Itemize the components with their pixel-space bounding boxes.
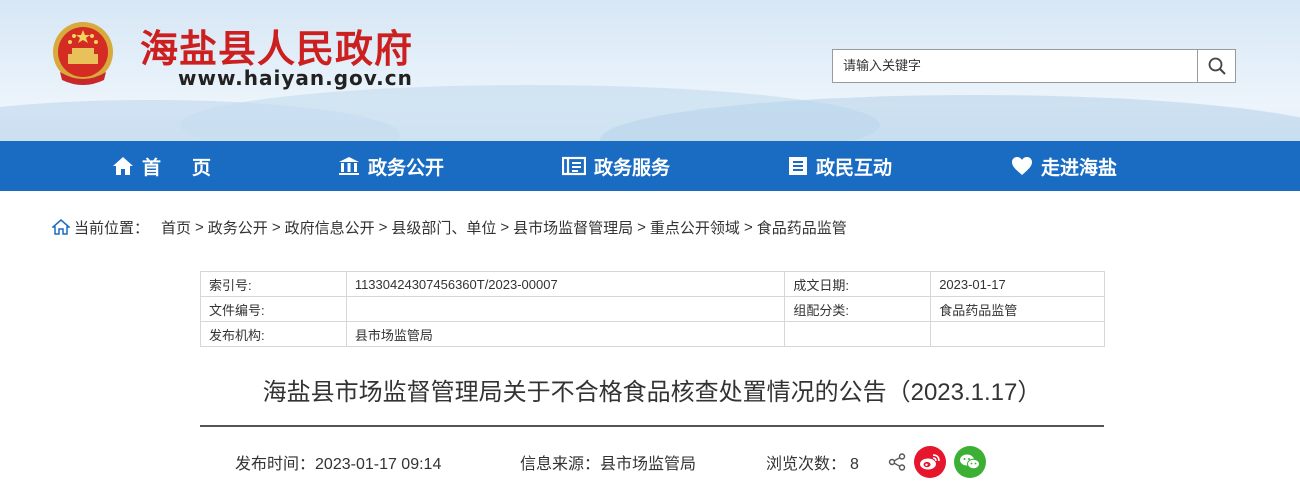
index-value: 11330424307456360T/2023-00007 bbox=[345, 271, 786, 297]
search-input[interactable]: 请输入关键字 bbox=[832, 49, 1198, 83]
search-button[interactable] bbox=[1198, 49, 1236, 83]
date-label: 成文日期: bbox=[784, 271, 932, 297]
doc-number-value bbox=[345, 296, 786, 322]
nav-item-label: 政务公开 bbox=[368, 156, 445, 179]
nav-item-label: 政民互动 bbox=[816, 156, 893, 179]
breadcrumb-label: 当前位置： bbox=[74, 219, 150, 237]
breadcrumb-item-food-drug[interactable]: 食品药品监管 bbox=[757, 217, 847, 238]
empty-cell bbox=[930, 321, 1105, 347]
site-url: www.haiyan.gov.cn bbox=[178, 66, 413, 90]
list-doc-icon bbox=[789, 157, 807, 175]
breadcrumb-item-departments[interactable]: 县级部门、单位 bbox=[391, 217, 496, 238]
building-icon bbox=[339, 157, 359, 175]
empty-cell bbox=[784, 321, 932, 347]
nav-item-label: 首 页 bbox=[142, 156, 218, 179]
breadcrumb-item-market-supervision-bureau[interactable]: 县市场监督管理局 bbox=[513, 217, 633, 238]
wechat-share-button[interactable] bbox=[954, 446, 986, 478]
wechat-icon bbox=[960, 454, 980, 470]
share-icon[interactable] bbox=[888, 453, 906, 471]
breadcrumb-item-info-disclosure[interactable]: 政府信息公开 bbox=[285, 217, 375, 238]
breadcrumb-separator: > bbox=[637, 218, 646, 236]
breadcrumb-item-home[interactable]: 首页 bbox=[161, 217, 191, 238]
home-icon bbox=[113, 157, 133, 175]
publish-time: 发布时间：2023-01-17 09:14 bbox=[235, 450, 441, 474]
breadcrumb-separator: > bbox=[743, 218, 753, 236]
issuer-value: 县市场监管局 bbox=[345, 321, 786, 347]
nav-item-government-services[interactable]: 政务服务 bbox=[562, 141, 670, 191]
info-source: 信息来源：县市场监管局 bbox=[520, 450, 696, 474]
info-source-label: 信息来源： bbox=[520, 456, 601, 473]
publish-time-label: 发布时间： bbox=[235, 456, 316, 473]
category-value: 食品药品监管 bbox=[930, 296, 1105, 322]
search-icon bbox=[1208, 57, 1226, 75]
main-nav: 首 页 政务公开 政务服务 政民互动 走进海盐 bbox=[0, 141, 1300, 191]
nav-item-label: 政务服务 bbox=[594, 156, 671, 179]
service-book-icon bbox=[562, 156, 586, 176]
info-source-value: 县市场监管局 bbox=[600, 456, 697, 473]
breadcrumb: 当前位置： 首页 > 政务公开 > 政府信息公开 > 县级部门、单位 > 县市场… bbox=[52, 216, 847, 238]
nav-item-home[interactable]: 首 页 bbox=[112, 141, 217, 191]
nav-item-public-interaction[interactable]: 政民互动 bbox=[788, 141, 892, 191]
publish-time-value: 2023-01-17 09:14 bbox=[315, 456, 442, 473]
home-outline-icon bbox=[52, 219, 70, 235]
nav-item-label: 走进海盐 bbox=[1041, 156, 1118, 179]
table-row: 索引号: 11330424307456360T/2023-00007 成文日期:… bbox=[200, 271, 1105, 297]
weibo-icon bbox=[920, 454, 940, 470]
doc-number-label: 文件编号: bbox=[200, 296, 347, 322]
article-title: 海盐县市场监督管理局关于不合格食品核查处置情况的公告（2023.1.17） bbox=[262, 379, 1042, 406]
weibo-share-button[interactable] bbox=[914, 446, 946, 478]
document-info-table: 索引号: 11330424307456360T/2023-00007 成文日期:… bbox=[200, 271, 1105, 347]
breadcrumb-item-key-areas[interactable]: 重点公开领域 bbox=[650, 217, 740, 238]
view-count: 浏览次数： 8 bbox=[766, 450, 859, 474]
breadcrumb-item-government-affairs[interactable]: 政务公开 bbox=[208, 217, 268, 238]
title-divider bbox=[200, 425, 1104, 427]
date-value: 2023-01-17 bbox=[930, 271, 1105, 297]
breadcrumb-separator: > bbox=[500, 218, 510, 236]
view-count-label: 浏览次数： bbox=[766, 456, 847, 473]
national-emblem-icon[interactable] bbox=[50, 20, 116, 88]
table-row: 发布机构: 县市场监管局 bbox=[200, 321, 1105, 347]
table-row: 文件编号: 组配分类: 食品药品监管 bbox=[200, 296, 1105, 322]
nav-item-government-affairs[interactable]: 政务公开 bbox=[338, 141, 444, 191]
heart-icon bbox=[1012, 157, 1032, 175]
breadcrumb-separator: > bbox=[271, 218, 281, 236]
category-label: 组配分类: bbox=[784, 296, 932, 322]
site-title[interactable]: 海盐县人民政府 bbox=[140, 18, 413, 73]
breadcrumb-separator: > bbox=[195, 218, 204, 236]
view-count-value: 8 bbox=[850, 456, 859, 473]
issuer-label: 发布机构: bbox=[200, 321, 347, 347]
index-label: 索引号: bbox=[200, 271, 347, 297]
nav-item-about-haiyan[interactable]: 走进海盐 bbox=[1011, 141, 1117, 191]
breadcrumb-separator: > bbox=[378, 218, 388, 236]
site-header: 海盐县人民政府 www.haiyan.gov.cn 请输入关键字 bbox=[0, 0, 1300, 141]
